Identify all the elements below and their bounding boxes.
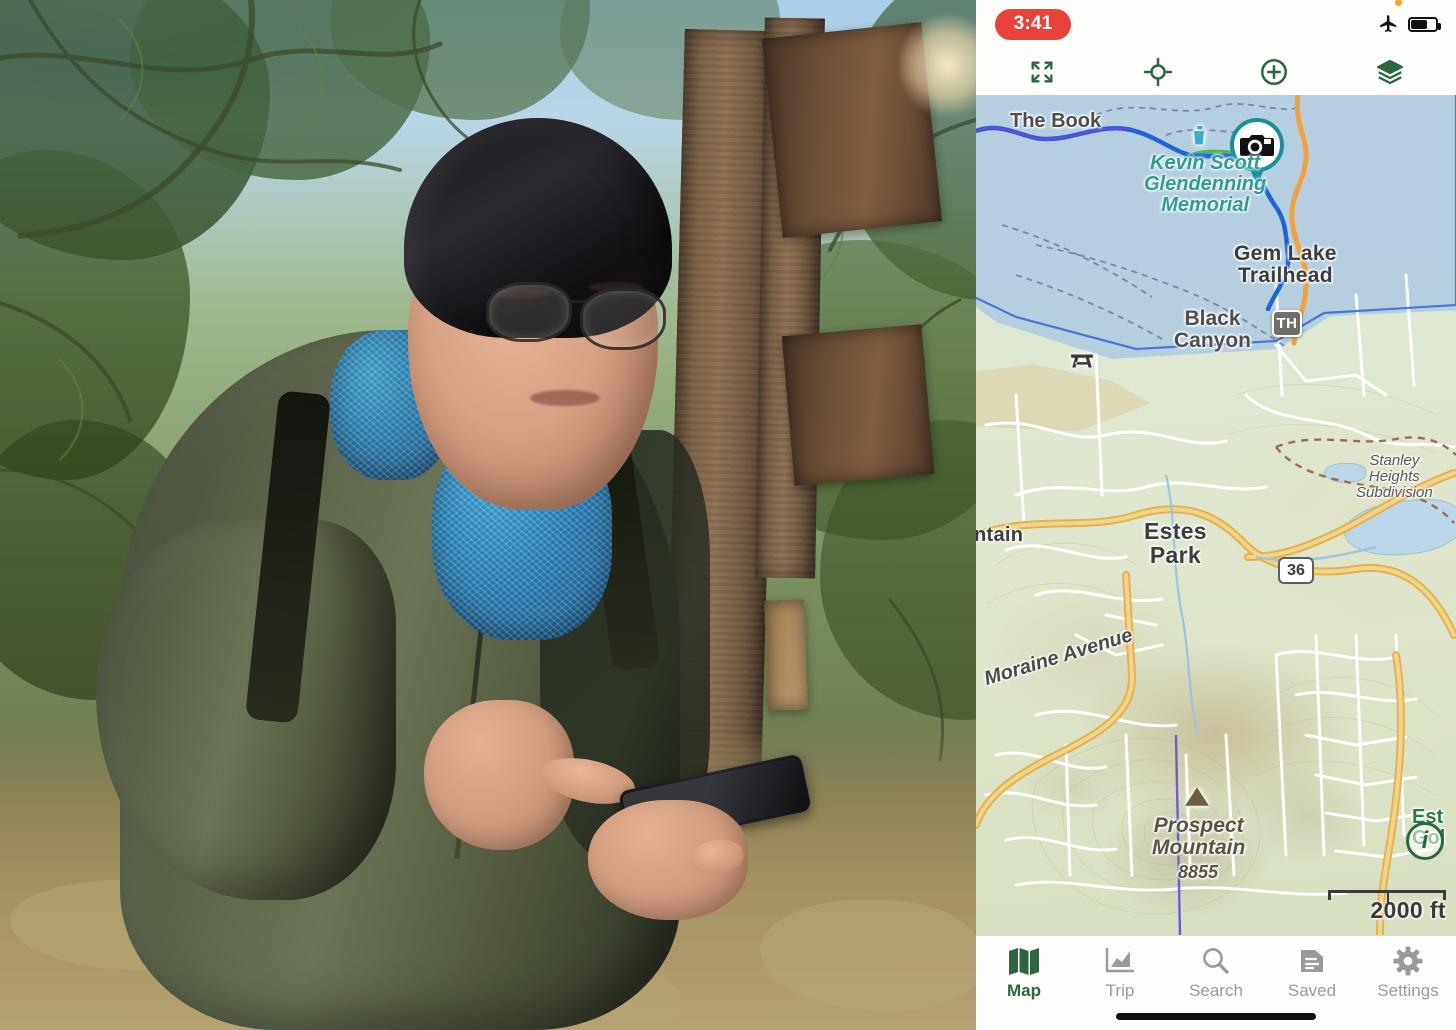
glasses-bridge bbox=[568, 300, 586, 303]
tab-saved[interactable]: Saved bbox=[1269, 946, 1355, 1001]
tab-search[interactable]: Search bbox=[1173, 946, 1259, 1001]
recording-timer-pill[interactable]: 3:41 bbox=[995, 8, 1071, 40]
gaia-gps-app: 3:41 TH 36 The Book Kevin Scott Glendenn… bbox=[976, 0, 1456, 1030]
map-scale-bar: 2000 ft bbox=[1328, 890, 1446, 924]
waypoint-pin-camera[interactable] bbox=[1228, 117, 1286, 187]
tab-map[interactable]: Map bbox=[981, 946, 1067, 1001]
chart-icon bbox=[1105, 947, 1135, 973]
water-feature-icon bbox=[1189, 125, 1209, 147]
tab-saved-label: Saved bbox=[1287, 981, 1337, 1000]
mouth bbox=[530, 390, 600, 406]
expand-arrows-icon bbox=[1031, 61, 1053, 83]
plus-circle-icon bbox=[1261, 58, 1287, 85]
scale-bar-graphic bbox=[1328, 890, 1446, 903]
status-bar: 3:41 bbox=[976, 0, 1456, 48]
layers-button[interactable] bbox=[1361, 52, 1419, 92]
screen-root: 3:41 TH 36 The Book Kevin Scott Glendenn… bbox=[0, 0, 1456, 1030]
map-canvas[interactable]: TH 36 The Book Kevin Scott Glendenning M… bbox=[976, 95, 1456, 936]
roads-layer bbox=[976, 95, 1456, 935]
status-icons bbox=[1377, 0, 1441, 35]
hiker-figure bbox=[0, 0, 976, 1030]
add-waypoint-button[interactable] bbox=[1245, 52, 1303, 92]
map-icon bbox=[1009, 948, 1039, 975]
camera-photo-panel bbox=[0, 0, 976, 1030]
saved-list-icon bbox=[1301, 950, 1323, 972]
gear-icon bbox=[1393, 946, 1423, 976]
picnic-table-icon bbox=[1068, 348, 1096, 374]
tab-settings[interactable]: Settings bbox=[1365, 946, 1451, 1001]
camera-icon bbox=[1230, 118, 1284, 185]
home-indicator bbox=[1116, 1013, 1316, 1020]
trailhead-marker[interactable]: TH bbox=[1272, 310, 1302, 337]
search-icon bbox=[1203, 948, 1229, 974]
layers-stack-icon bbox=[1377, 59, 1403, 84]
glasses-lens-right bbox=[580, 288, 666, 350]
airplane-icon bbox=[1380, 15, 1397, 33]
tab-trip[interactable]: Trip bbox=[1077, 946, 1163, 1001]
locate-button[interactable] bbox=[1129, 52, 1187, 92]
glasses-lens-left bbox=[486, 282, 572, 342]
tab-trip-label: Trip bbox=[1105, 981, 1135, 1000]
tab-search-label: Search bbox=[1189, 981, 1243, 1000]
fullscreen-button[interactable] bbox=[1013, 52, 1071, 92]
tab-settings-label: Settings bbox=[1377, 981, 1439, 1000]
tab-map-label: Map bbox=[1007, 981, 1041, 1000]
map-info-button[interactable]: i bbox=[1406, 822, 1444, 860]
map-toolbar bbox=[976, 48, 1456, 95]
crosshair-icon bbox=[1143, 57, 1173, 86]
highway-shield-36[interactable]: 36 bbox=[1278, 557, 1314, 584]
battery-icon bbox=[1408, 16, 1441, 32]
mountain-peak-icon bbox=[1184, 785, 1210, 807]
privacy-indicator-dot bbox=[1395, 0, 1402, 6]
